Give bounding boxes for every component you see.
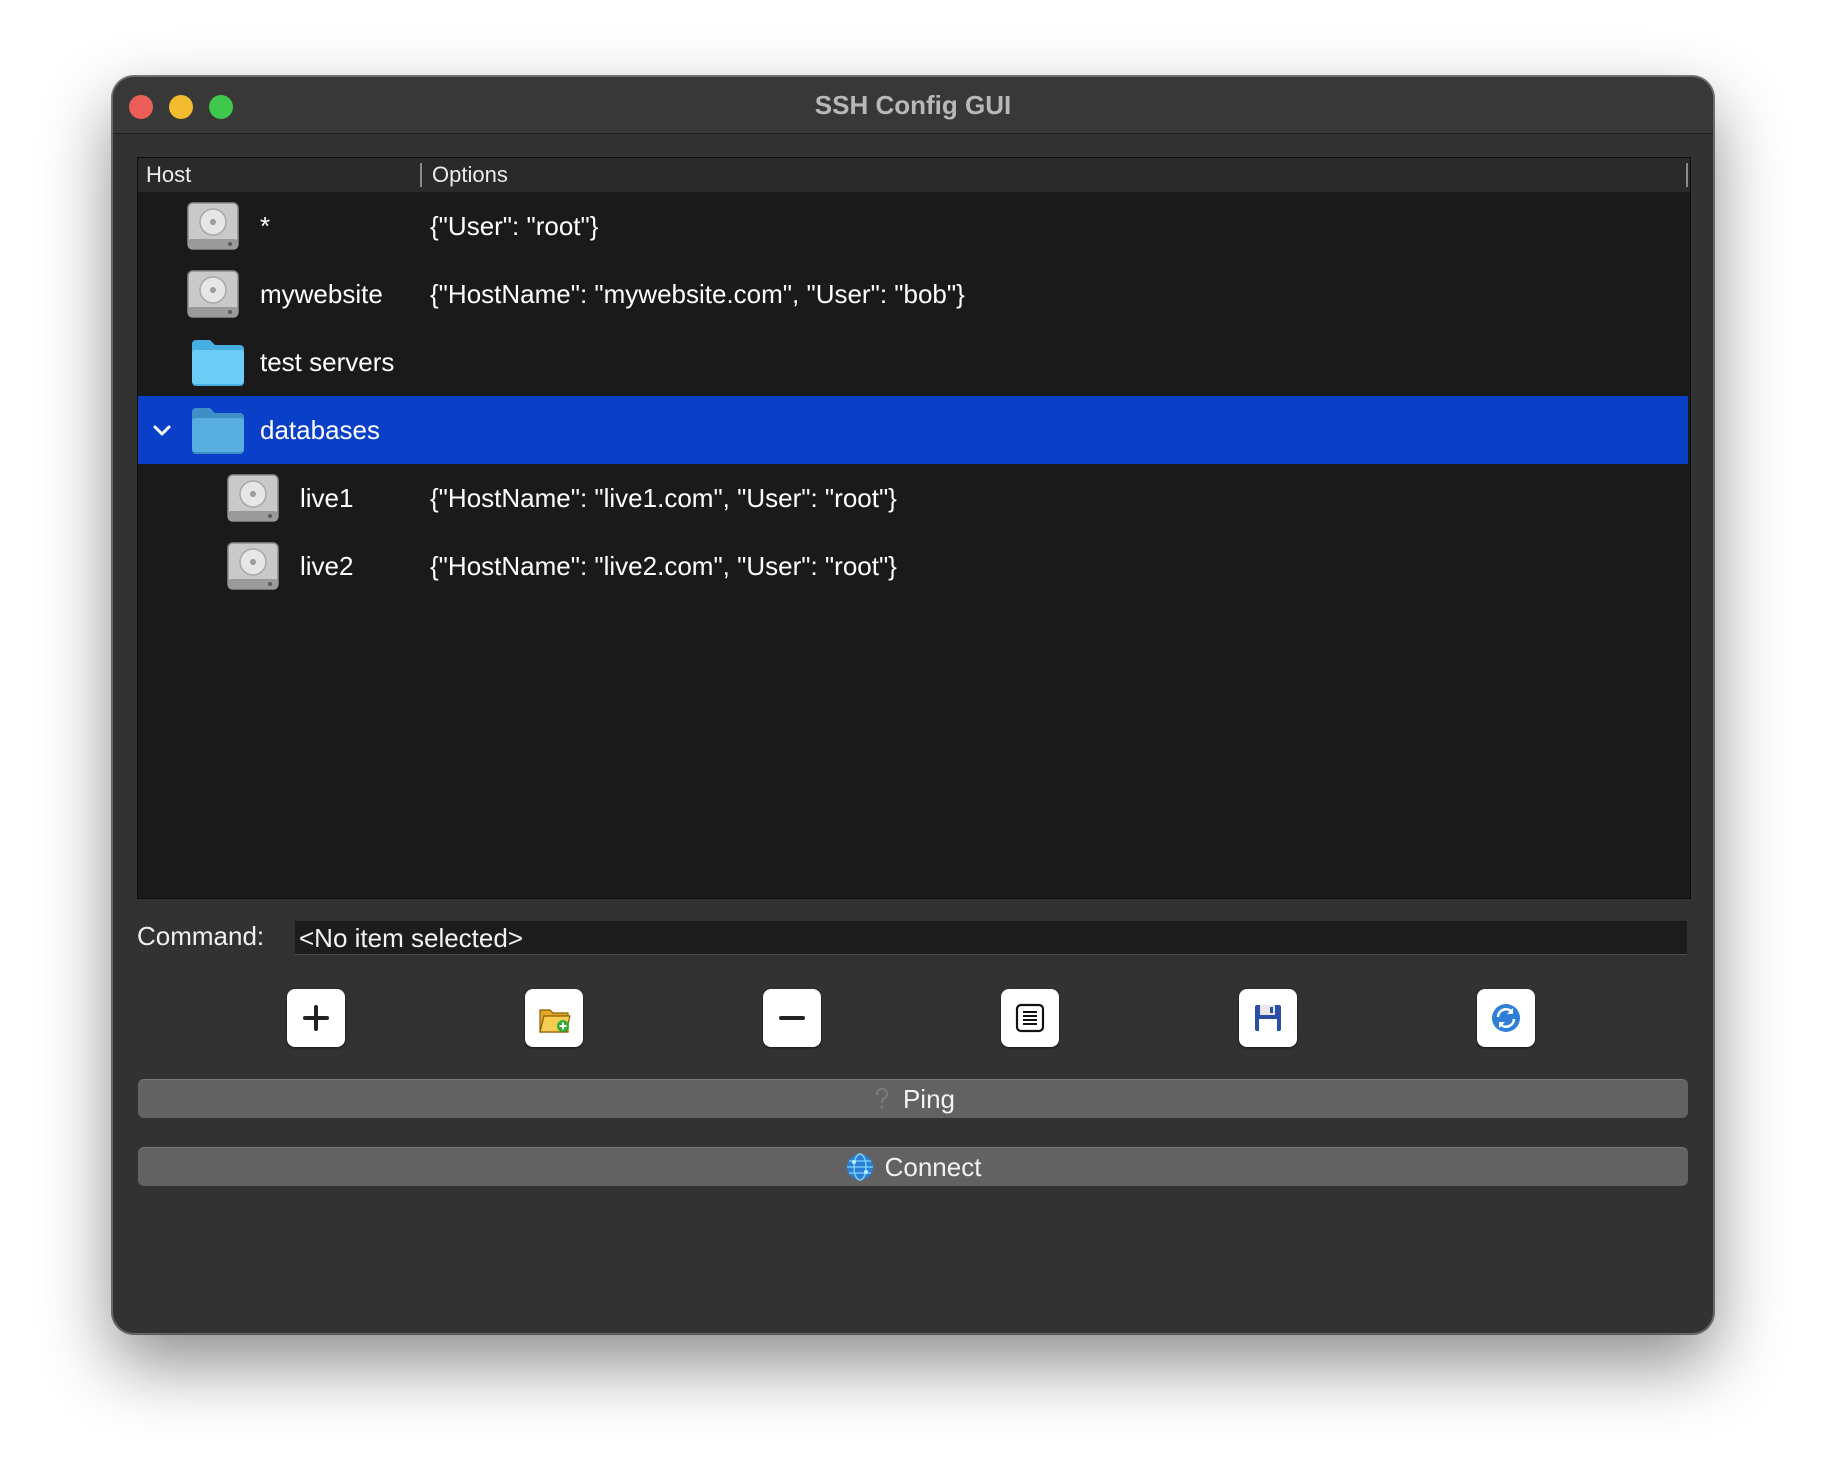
host-options: {"HostName": "mywebsite.com", "User": "b… bbox=[430, 279, 965, 309]
add-folder-icon bbox=[539, 1009, 571, 1033]
tree-row-host-live1[interactable]: live1 {"HostName": "live1.com", "User": … bbox=[138, 464, 1688, 532]
hard-drive-icon bbox=[227, 474, 279, 522]
host-options: {"HostName": "live1.com", "User": "root"… bbox=[430, 483, 897, 513]
ping-label: Ping bbox=[902, 1084, 956, 1114]
folder-name: test servers bbox=[260, 347, 395, 377]
command-label: Command: bbox=[137, 921, 265, 951]
edit-icon bbox=[1015, 1003, 1045, 1033]
ping-button[interactable]: Ping bbox=[138, 1079, 1688, 1118]
hosts-tree[interactable]: Host Options * {"User": "root"} mywebsit… bbox=[137, 157, 1691, 899]
connect-button[interactable]: Connect bbox=[138, 1147, 1688, 1186]
remove-icon bbox=[779, 1016, 805, 1020]
host-name: * bbox=[260, 211, 271, 241]
column-header-host[interactable]: Host bbox=[146, 158, 191, 192]
tree-row-host-live2[interactable]: live2 {"HostName": "live2.com", "User": … bbox=[138, 532, 1688, 600]
tree-row-host-wildcard[interactable]: * {"User": "root"} bbox=[138, 192, 1688, 260]
network-globe-icon bbox=[846, 1153, 873, 1181]
window-title: SSH Config GUI bbox=[814, 90, 1012, 120]
add-host-button[interactable] bbox=[287, 989, 345, 1047]
remove-button[interactable] bbox=[763, 989, 821, 1047]
tree-row-host-mywebsite[interactable]: mywebsite {"HostName": "mywebsite.com", … bbox=[138, 260, 1688, 328]
add-icon bbox=[303, 1005, 329, 1031]
hard-drive-icon bbox=[187, 270, 239, 318]
folder-name: databases bbox=[260, 415, 380, 445]
host-options: {"HostName": "live2.com", "User": "root"… bbox=[430, 551, 897, 581]
save-button[interactable] bbox=[1239, 989, 1297, 1047]
help-icon bbox=[875, 1087, 889, 1109]
tree-row-folder-databases[interactable]: databases bbox=[138, 396, 1688, 464]
host-options: {"User": "root"} bbox=[430, 211, 599, 241]
tree-header: Host Options bbox=[138, 158, 1690, 192]
hard-drive-icon bbox=[227, 542, 279, 590]
hard-drive-icon bbox=[187, 202, 239, 250]
folder-icon bbox=[192, 340, 244, 386]
column-divider bbox=[1686, 163, 1688, 187]
refresh-button[interactable] bbox=[1477, 989, 1535, 1047]
add-folder-button[interactable] bbox=[525, 989, 583, 1047]
host-name: live1 bbox=[300, 483, 354, 513]
refresh-icon bbox=[1492, 1004, 1520, 1032]
title-bar[interactable]: SSH Config GUI bbox=[113, 77, 1713, 134]
host-name: live2 bbox=[300, 551, 354, 581]
tree-row-folder-test-servers[interactable]: test servers bbox=[138, 328, 1688, 396]
command-field[interactable]: <No item selected> bbox=[295, 921, 1687, 955]
main-window: SSH Config GUI Host Options * {"User": "… bbox=[112, 76, 1714, 1334]
save-icon bbox=[1255, 1005, 1281, 1031]
chevron-down-icon[interactable] bbox=[150, 418, 174, 442]
folder-icon bbox=[192, 408, 244, 454]
host-name: mywebsite bbox=[260, 279, 383, 309]
column-header-options[interactable]: Options bbox=[420, 163, 508, 187]
edit-button[interactable] bbox=[1001, 989, 1059, 1047]
connect-label: Connect bbox=[884, 1152, 982, 1182]
